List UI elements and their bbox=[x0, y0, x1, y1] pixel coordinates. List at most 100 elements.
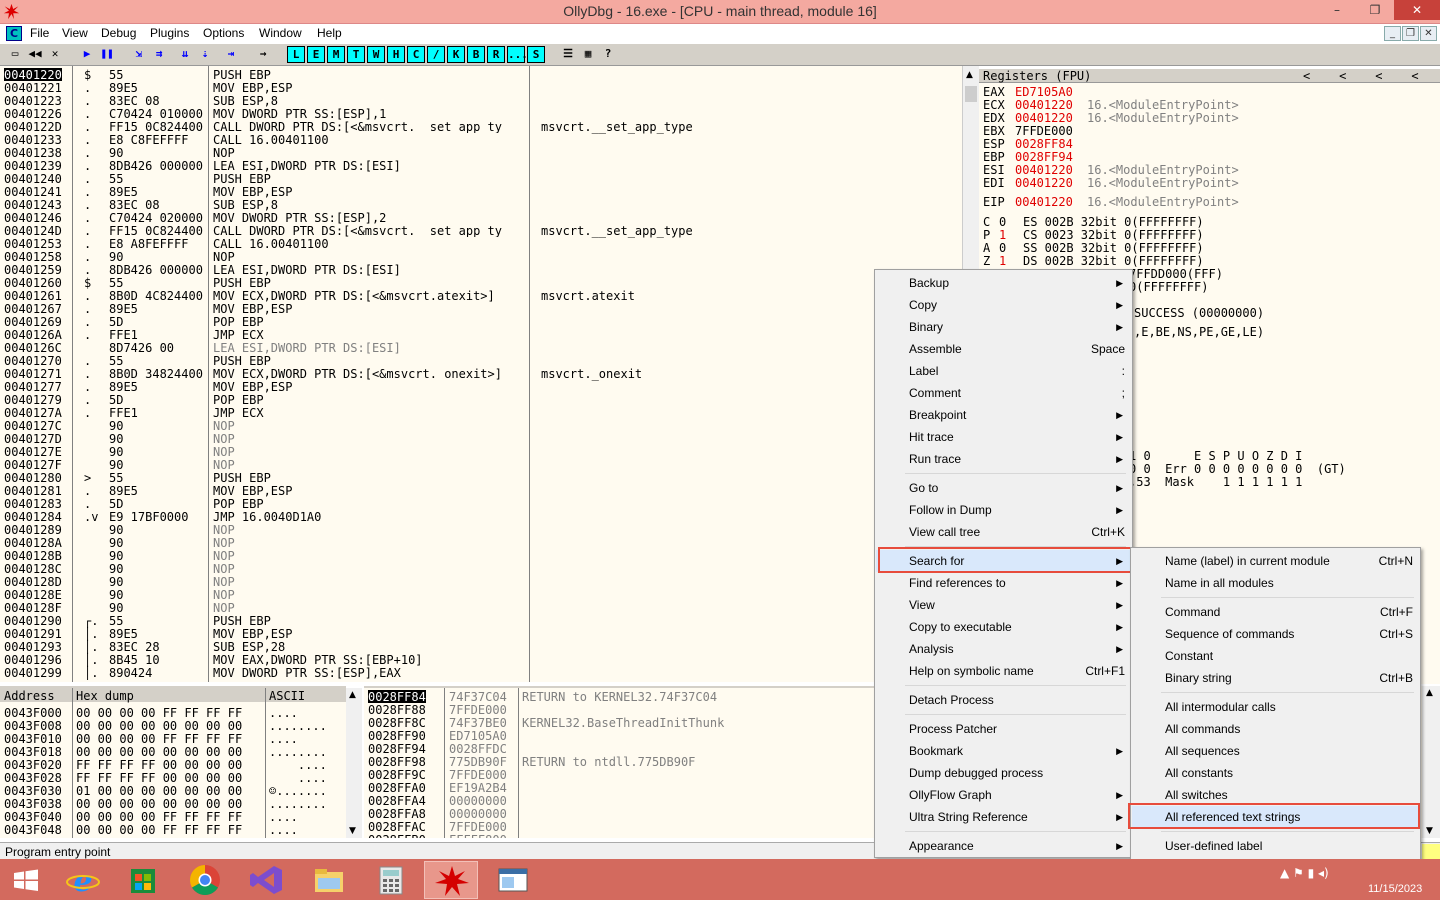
disasm-address[interactable]: 0040127D bbox=[4, 432, 62, 446]
dump-header-address[interactable]: Address bbox=[4, 689, 55, 703]
disasm-address[interactable]: 00401253 bbox=[4, 237, 62, 251]
menu-item-copy-to-executable[interactable]: Copy to executable ▶ bbox=[876, 616, 1131, 638]
breakpoints-window-button[interactable]: B bbox=[467, 46, 485, 63]
scroll-up-icon[interactable]: ▲ bbox=[966, 70, 973, 80]
mdi-close-button[interactable]: ✕ bbox=[1420, 26, 1437, 41]
stack-address[interactable]: 0028FFAC bbox=[368, 820, 426, 834]
disasm-address[interactable]: 00401277 bbox=[4, 380, 62, 394]
disasm-address[interactable]: 00401240 bbox=[4, 172, 62, 186]
flag-value[interactable]: 1 bbox=[999, 254, 1006, 268]
disasm-address[interactable]: 0040122D bbox=[4, 120, 62, 134]
start-button[interactable] bbox=[0, 861, 54, 899]
run-icon[interactable]: ▶ bbox=[78, 46, 96, 63]
registers-nav-arrows[interactable]: < < < < bbox=[1303, 69, 1419, 83]
register-value[interactable]: 00401220 bbox=[1015, 195, 1073, 209]
disasm-address[interactable]: 00401243 bbox=[4, 198, 62, 212]
disasm-address[interactable]: 00401258 bbox=[4, 250, 62, 264]
menu-item-dump-debugged-process[interactable]: Dump debugged process bbox=[876, 762, 1131, 784]
disasm-address[interactable]: 00401221 bbox=[4, 81, 62, 95]
visual-studio-icon[interactable] bbox=[240, 861, 294, 899]
references-window-button[interactable]: R bbox=[487, 46, 505, 63]
minimize-button[interactable]: – bbox=[1318, 0, 1356, 20]
disasm-address[interactable]: 0040128D bbox=[4, 575, 62, 589]
disasm-address[interactable]: 00401280 bbox=[4, 471, 62, 485]
submenu-item-command[interactable]: Command Ctrl+F bbox=[1132, 601, 1419, 623]
source-window-button[interactable]: S bbox=[527, 46, 545, 63]
menu-item-analysis[interactable]: Analysis ▶ bbox=[876, 638, 1131, 660]
menu-item-go-to[interactable]: Go to ▶ bbox=[876, 477, 1131, 499]
submenu-item-all-intermodular-calls[interactable]: All intermodular calls bbox=[1132, 696, 1419, 718]
close-button[interactable]: ✕ bbox=[1394, 0, 1440, 20]
flag-value[interactable]: 0 bbox=[999, 215, 1006, 229]
submenu-item-all-constants[interactable]: All constants bbox=[1132, 762, 1419, 784]
menu-help[interactable]: Help bbox=[317, 26, 342, 40]
submenu-item-all-commands[interactable]: All commands bbox=[1132, 718, 1419, 740]
menu-item-comment[interactable]: Comment; bbox=[876, 382, 1131, 404]
disasm-address[interactable]: 0040128E bbox=[4, 588, 62, 602]
dump-address[interactable]: 0043F020 bbox=[4, 758, 62, 772]
menu-file[interactable]: File bbox=[30, 26, 49, 40]
run-trace-window-button[interactable]: ... bbox=[507, 46, 528, 63]
menu-item-ollyflow-graph[interactable]: OllyFlow Graph ▶ bbox=[876, 784, 1131, 806]
disasm-address[interactable]: 0040126A bbox=[4, 328, 62, 342]
disasm-address[interactable]: 0040127F bbox=[4, 458, 62, 472]
register-value[interactable]: ED7105A0 bbox=[1015, 85, 1073, 99]
close-program-icon[interactable]: ✕ bbox=[46, 46, 64, 63]
menu-item-view-call-tree[interactable]: View call tree Ctrl+K bbox=[876, 521, 1131, 543]
disasm-address[interactable]: 00401269 bbox=[4, 315, 62, 329]
dump-pane[interactable]: Address Hex dump ASCII 0043F000 00 00 00 … bbox=[0, 686, 346, 838]
menu-window[interactable]: Window bbox=[259, 26, 302, 40]
submenu-item-binary-string[interactable]: Binary string Ctrl+B bbox=[1132, 667, 1419, 689]
submenu-item-constant[interactable]: Constant bbox=[1132, 645, 1419, 667]
stack-address[interactable]: 0028FFA0 bbox=[368, 781, 426, 795]
file-explorer-icon[interactable] bbox=[302, 861, 356, 899]
disasm-address[interactable]: 00401299 bbox=[4, 666, 62, 680]
menu-item-find-references-to[interactable]: Find references to ▶ bbox=[876, 572, 1131, 594]
modules-window-button[interactable]: E bbox=[307, 46, 325, 63]
dump-address[interactable]: 0043F008 bbox=[4, 719, 62, 733]
menu-item-copy[interactable]: Copy ▶ bbox=[876, 294, 1131, 316]
stack-address[interactable]: 0028FF90 bbox=[368, 729, 426, 743]
execute-till-return-icon[interactable]: ⇥ bbox=[222, 46, 240, 63]
disasm-address[interactable]: 00401293 bbox=[4, 640, 62, 654]
restart-icon[interactable]: ◀◀ bbox=[26, 46, 44, 63]
cpu-window-button[interactable]: C bbox=[407, 46, 425, 63]
menu-item-label[interactable]: Label: bbox=[876, 360, 1131, 382]
dump-address[interactable]: 0043F048 bbox=[4, 823, 62, 837]
disasm-address[interactable]: 00401233 bbox=[4, 133, 62, 147]
disasm-address[interactable]: 0040127A bbox=[4, 406, 62, 420]
dump-address[interactable]: 0043F040 bbox=[4, 810, 62, 824]
register-value[interactable]: 7FFDE000 bbox=[1015, 124, 1073, 138]
store-icon[interactable] bbox=[116, 861, 170, 899]
disasm-address[interactable]: 00401220 bbox=[4, 68, 62, 82]
stack-address[interactable]: 0028FF84 bbox=[368, 690, 426, 704]
menu-item-follow-in-dump[interactable]: Follow in Dump ▶ bbox=[876, 499, 1131, 521]
menu-item-bookmark[interactable]: Bookmark ▶ bbox=[876, 740, 1131, 762]
dump-address[interactable]: 0043F010 bbox=[4, 732, 62, 746]
register-value[interactable]: 0028FF84 bbox=[1015, 137, 1073, 151]
dump-header-ascii[interactable]: ASCII bbox=[269, 689, 305, 703]
disasm-address[interactable]: 0040127E bbox=[4, 445, 62, 459]
menu-plugins[interactable]: Plugins bbox=[150, 26, 189, 40]
disasm-address[interactable]: 00401270 bbox=[4, 354, 62, 368]
stack-address[interactable]: 0028FF88 bbox=[368, 703, 426, 717]
register-value[interactable]: 00401220 bbox=[1015, 98, 1073, 112]
disasm-address[interactable]: 00401279 bbox=[4, 393, 62, 407]
stack-address[interactable]: 0028FF8C bbox=[368, 716, 426, 730]
disasm-address[interactable]: 0040128B bbox=[4, 549, 62, 563]
submenu-item-user-defined-label[interactable]: User-defined label bbox=[1132, 835, 1419, 857]
disasm-address[interactable]: 0040124D bbox=[4, 224, 62, 238]
trace-into-icon[interactable]: ⇊ bbox=[176, 46, 194, 63]
stack-scrollbar[interactable]: ▲ ▼ bbox=[1422, 686, 1440, 838]
disasm-address[interactable]: 0040128A bbox=[4, 536, 62, 550]
menu-item-backup[interactable]: Backup ▶ bbox=[876, 272, 1131, 294]
menu-item-assemble[interactable]: Assemble Space bbox=[876, 338, 1131, 360]
menu-item-ultra-string-reference[interactable]: Ultra String Reference ▶ bbox=[876, 806, 1131, 828]
patches-window-button[interactable]: / bbox=[427, 46, 445, 63]
disasm-address[interactable]: 0040128C bbox=[4, 562, 62, 576]
disasm-address[interactable]: 0040127C bbox=[4, 419, 62, 433]
stack-address[interactable]: 0028FF94 bbox=[368, 742, 426, 756]
menu-item-run-trace[interactable]: Run trace ▶ bbox=[876, 448, 1131, 470]
flag-value[interactable]: 1 bbox=[999, 228, 1006, 242]
stack-pane[interactable]: 0028FF84 74F37C04 RETURN to KERNEL32.74F37… bbox=[364, 686, 876, 838]
